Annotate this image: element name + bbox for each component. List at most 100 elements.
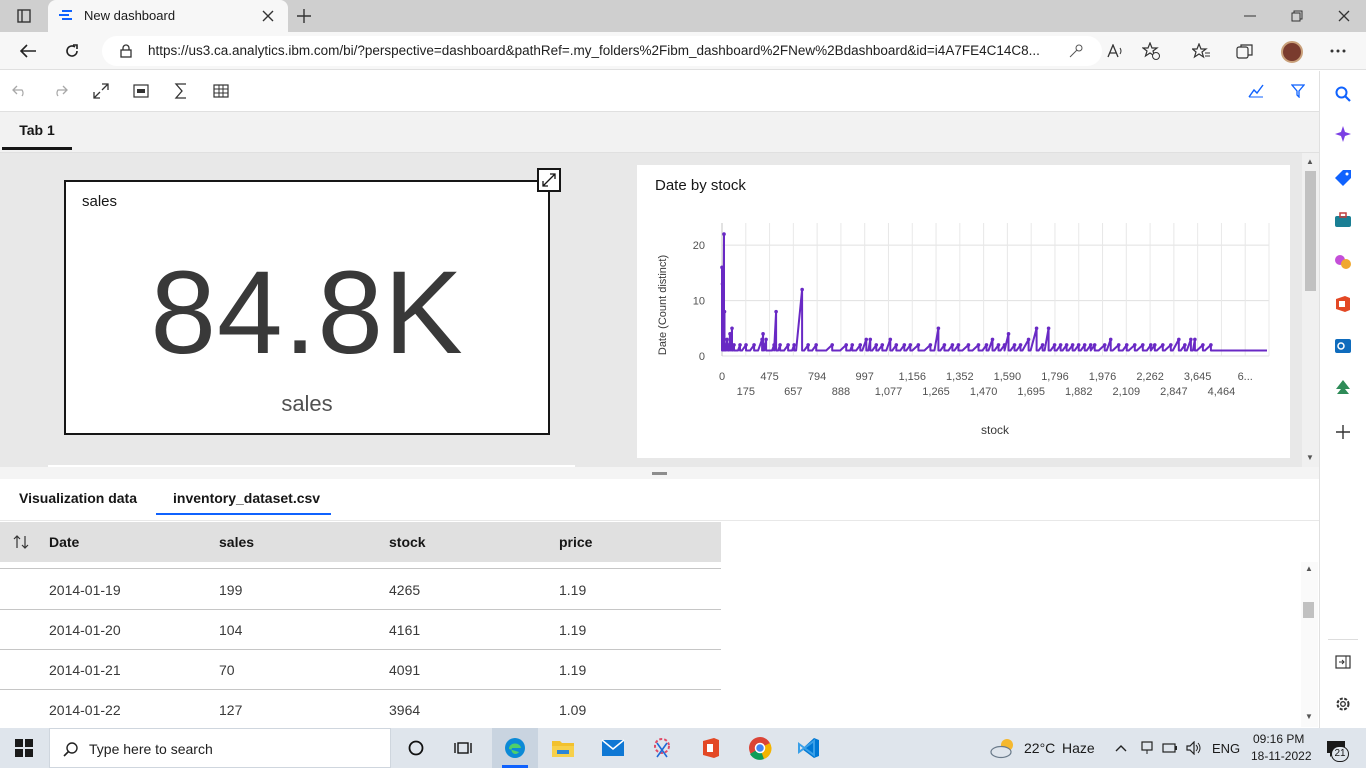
restore-icon[interactable]: [1283, 6, 1311, 26]
data-point[interactable]: [1034, 326, 1039, 331]
data-point[interactable]: [864, 337, 869, 342]
column-header-date[interactable]: Date: [49, 534, 79, 550]
data-point[interactable]: [1140, 343, 1145, 347]
weather-temp[interactable]: 22°C: [1024, 740, 1055, 756]
data-point[interactable]: [1193, 337, 1197, 342]
redo-icon[interactable]: [50, 81, 70, 101]
data-point[interactable]: [730, 326, 734, 331]
data-point[interactable]: [1148, 343, 1153, 347]
read-aloud-icon[interactable]: [1104, 40, 1126, 62]
sort-icon[interactable]: [12, 534, 30, 550]
data-point[interactable]: [721, 326, 726, 331]
tree-app-icon[interactable]: [1332, 377, 1354, 399]
data-point[interactable]: [1124, 343, 1129, 347]
windows-start-icon[interactable]: [14, 738, 34, 758]
sum-icon[interactable]: [171, 81, 191, 101]
insights-icon[interactable]: [1246, 81, 1266, 101]
table-row[interactable]: 2014-01-21 70 4091 1.19: [0, 650, 721, 690]
table-row[interactable]: 2014-01-20 104 4161 1.19: [0, 610, 721, 650]
data-point[interactable]: [916, 343, 921, 347]
data-point[interactable]: [990, 337, 995, 342]
table-icon[interactable]: [211, 81, 231, 101]
filter-icon[interactable]: [1288, 81, 1308, 101]
edge-taskbar-icon[interactable]: [492, 728, 538, 768]
chevron-up-icon[interactable]: [1112, 740, 1130, 756]
data-point[interactable]: [1002, 343, 1007, 347]
data-point[interactable]: [760, 337, 764, 342]
data-point[interactable]: [880, 343, 885, 347]
refresh-icon[interactable]: [60, 40, 84, 62]
task-view-icon[interactable]: [453, 738, 473, 758]
outlook-icon[interactable]: [1332, 335, 1354, 357]
table-row[interactable]: 2014-01-19 199 4265 1.19: [0, 570, 721, 610]
copilot-sparkle-icon[interactable]: [1332, 123, 1354, 145]
weather-icon[interactable]: [988, 736, 1020, 760]
data-point[interactable]: [874, 343, 879, 347]
data-point[interactable]: [1132, 343, 1137, 347]
data-point[interactable]: [1169, 343, 1173, 347]
column-header-stock[interactable]: stock: [389, 534, 426, 550]
undo-icon[interactable]: [10, 81, 30, 101]
data-point[interactable]: [950, 343, 955, 347]
data-point[interactable]: [1018, 343, 1023, 347]
data-point[interactable]: [1102, 343, 1107, 347]
data-point[interactable]: [1108, 337, 1113, 342]
chrome-icon[interactable]: [746, 736, 774, 760]
data-point[interactable]: [752, 343, 756, 347]
data-point[interactable]: [774, 309, 778, 314]
table-scrollbar[interactable]: ▲ ▼: [1301, 562, 1318, 727]
data-point[interactable]: [1046, 326, 1051, 331]
data-point[interactable]: [984, 343, 989, 347]
data-point[interactable]: [744, 343, 748, 347]
template-icon[interactable]: [131, 81, 151, 101]
data-point[interactable]: [1116, 343, 1121, 347]
shopping-tag-icon[interactable]: [1332, 167, 1354, 189]
add-favorite-icon[interactable]: [1140, 40, 1162, 62]
data-point[interactable]: [732, 343, 736, 347]
data-point[interactable]: [764, 337, 768, 342]
data-point[interactable]: [1092, 343, 1097, 347]
data-point[interactable]: [1177, 337, 1181, 342]
data-point[interactable]: [761, 332, 765, 336]
file-explorer-icon[interactable]: [549, 736, 577, 760]
data-point[interactable]: [792, 343, 796, 347]
data-point[interactable]: [720, 282, 725, 286]
hide-sidebar-icon[interactable]: [1332, 651, 1354, 673]
data-point[interactable]: [772, 343, 776, 347]
data-point[interactable]: [1012, 343, 1017, 347]
mail-icon[interactable]: [599, 736, 627, 760]
data-point[interactable]: [1026, 337, 1031, 342]
battery-icon[interactable]: [1161, 740, 1179, 756]
data-point[interactable]: [1189, 337, 1193, 342]
data-point[interactable]: [928, 343, 933, 347]
snipping-tool-icon[interactable]: [648, 736, 676, 760]
data-point[interactable]: [722, 309, 727, 314]
favorites-icon[interactable]: [1190, 40, 1212, 62]
data-point[interactable]: [806, 343, 810, 347]
profile-avatar[interactable]: [1280, 40, 1304, 64]
cortana-icon[interactable]: [406, 738, 426, 758]
settings-gear-icon[interactable]: [1332, 693, 1354, 715]
browser-tab[interactable]: New dashboard: [48, 0, 288, 32]
notifications-icon[interactable]: 21: [1322, 736, 1350, 762]
data-point[interactable]: [1040, 343, 1045, 347]
tab-1[interactable]: Tab 1: [2, 112, 72, 150]
column-header-price[interactable]: price: [559, 534, 592, 550]
fullscreen-icon[interactable]: [91, 81, 111, 101]
new-tab-icon[interactable]: [292, 6, 316, 26]
volume-icon[interactable]: [1185, 740, 1203, 756]
data-point[interactable]: [720, 265, 724, 270]
data-point[interactable]: [725, 337, 729, 342]
data-point[interactable]: [786, 343, 790, 347]
clock-date[interactable]: 18-11-2022: [1251, 749, 1312, 763]
network-icon[interactable]: [1138, 740, 1156, 756]
table-row[interactable]: 2014-01-22 127 3964 1.09: [0, 690, 721, 727]
games-icon[interactable]: [1332, 251, 1354, 273]
vscode-icon[interactable]: [795, 736, 823, 760]
tools-briefcase-icon[interactable]: [1332, 209, 1354, 231]
canvas-scrollbar[interactable]: ▲ ▼: [1302, 153, 1319, 467]
data-point[interactable]: [844, 343, 849, 347]
data-point[interactable]: [800, 287, 804, 292]
back-icon[interactable]: [16, 40, 40, 62]
data-point[interactable]: [908, 343, 913, 347]
